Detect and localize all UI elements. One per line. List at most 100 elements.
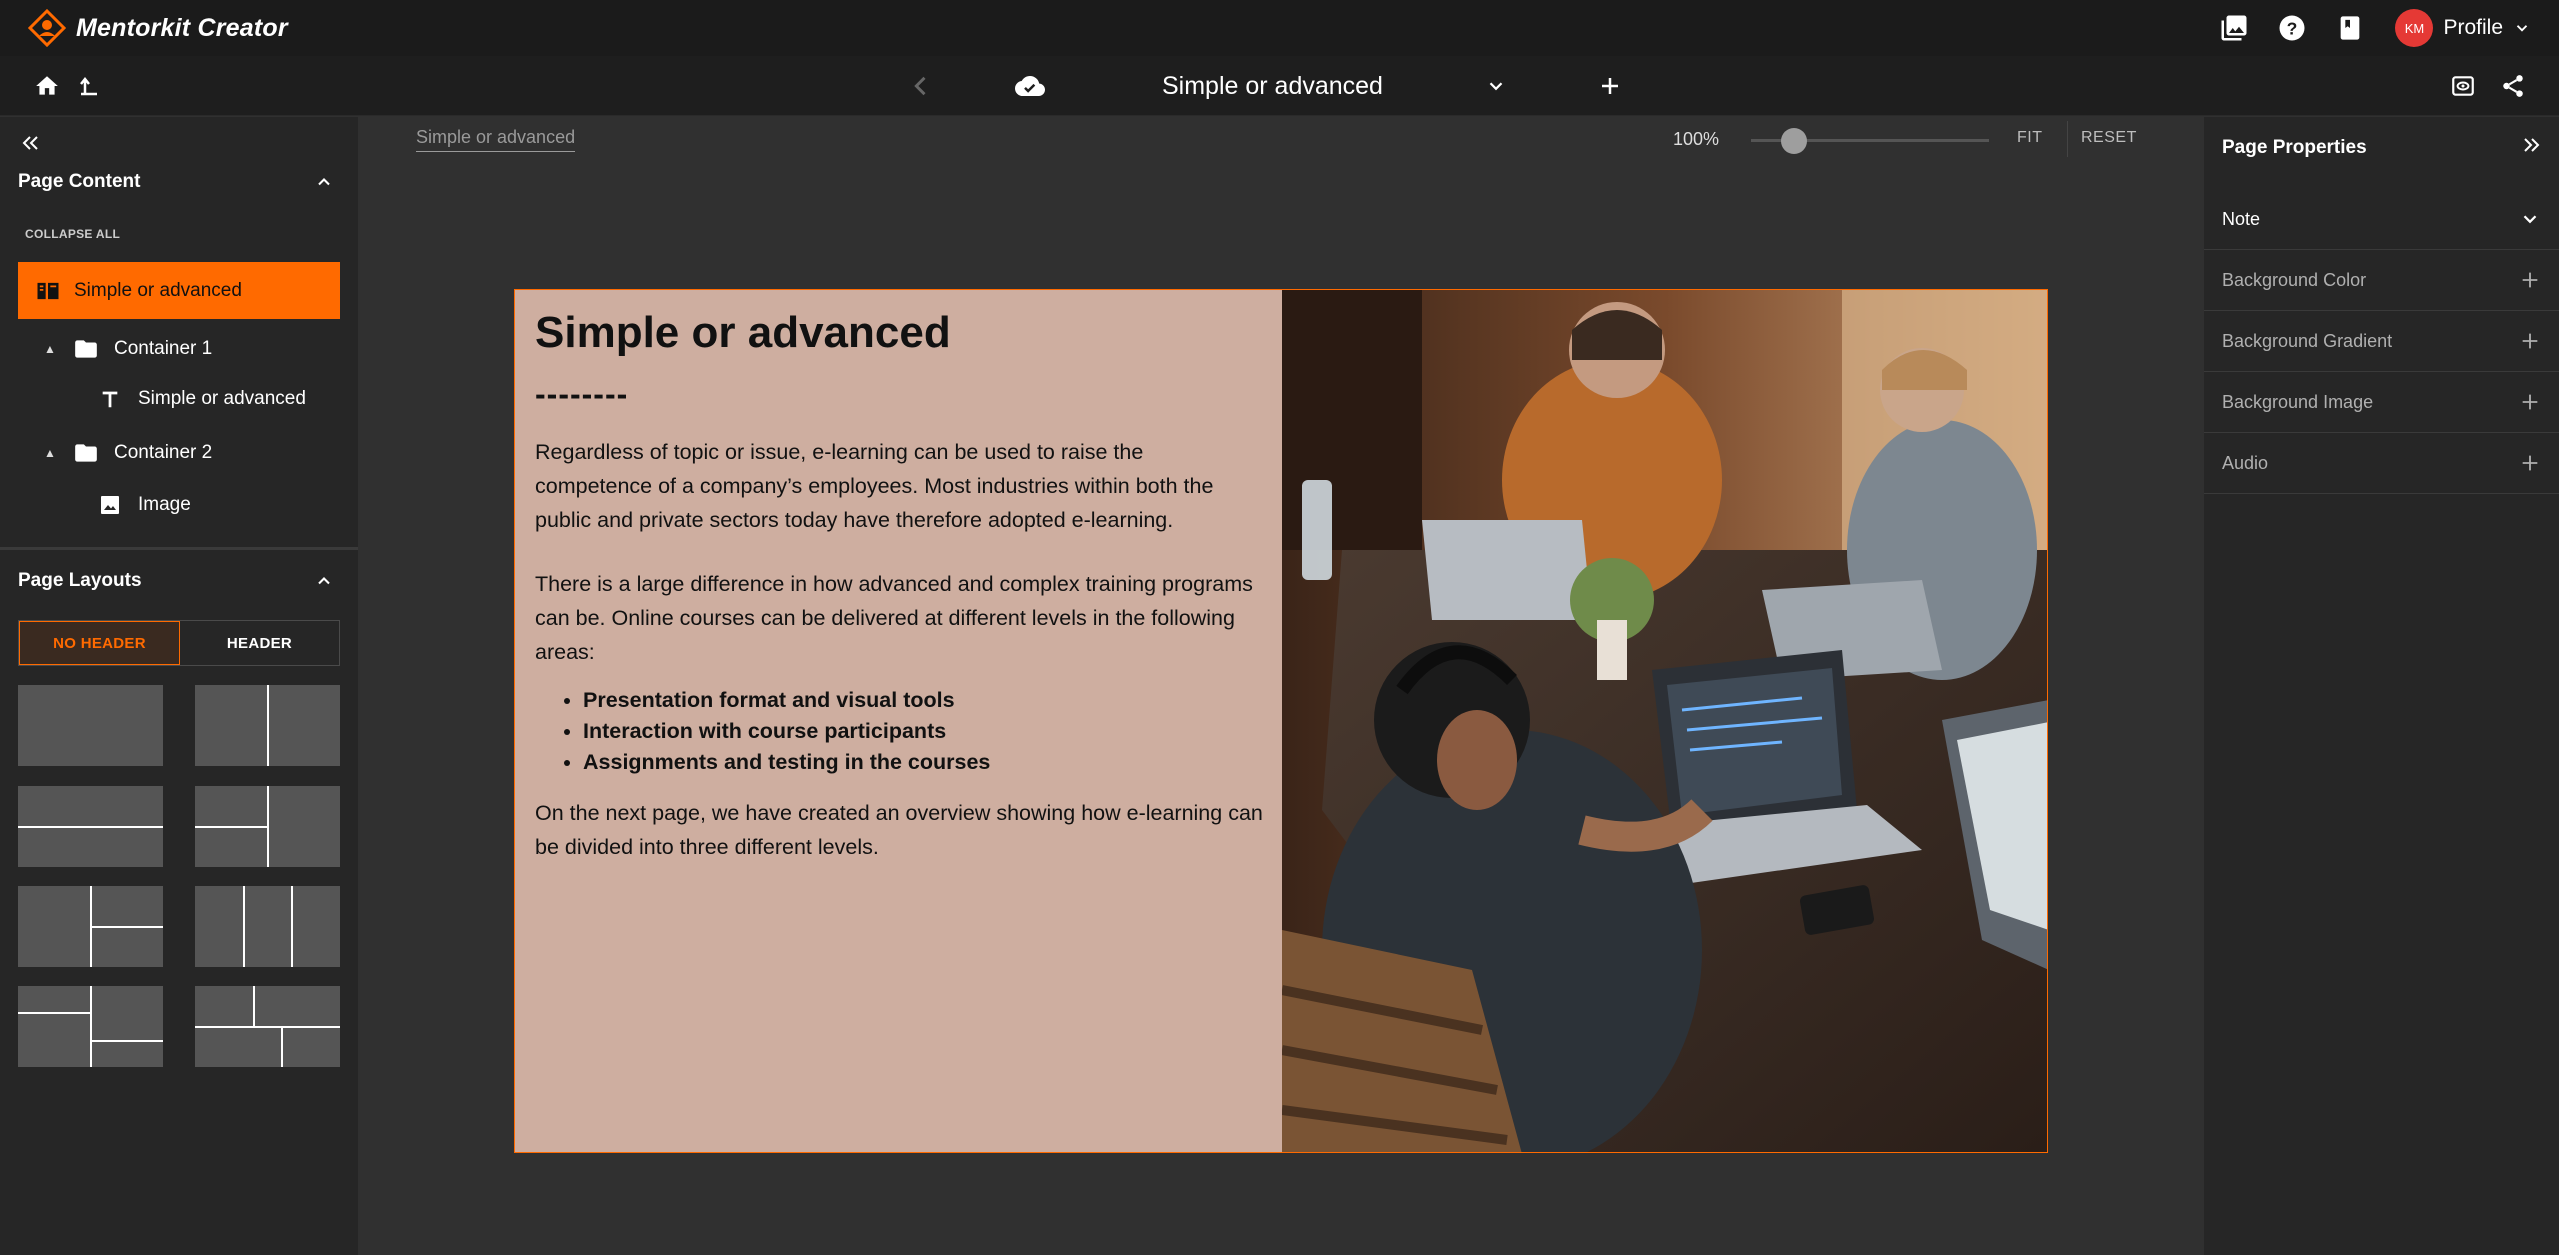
divider bbox=[0, 547, 358, 550]
page-content-header[interactable]: Page Content bbox=[0, 162, 358, 202]
text-container[interactable]: Simple or advanced -------- Regardless o… bbox=[535, 308, 1265, 864]
chevron-up-icon bbox=[318, 178, 330, 186]
tree-item-label: Image bbox=[138, 494, 191, 515]
plus-icon[interactable] bbox=[2519, 330, 2541, 352]
properties-panel: Page Properties Note Background Color Ba… bbox=[2204, 117, 2559, 1255]
tree-item-text[interactable]: Simple or advanced bbox=[96, 382, 306, 416]
layout-option-grid-b[interactable] bbox=[195, 986, 340, 1067]
zoom-slider-handle[interactable] bbox=[1781, 128, 1807, 154]
avatar: KM bbox=[2395, 9, 2434, 47]
paragraph-1: Regardless of topic or issue, e-learning… bbox=[535, 440, 1214, 532]
page-layouts-header[interactable]: Page Layouts bbox=[0, 561, 358, 601]
tree-item-container-2[interactable]: ▲ Container 2 bbox=[44, 436, 212, 470]
background-image-label: Background Image bbox=[2222, 392, 2374, 412]
layout-option-split-left-rows[interactable] bbox=[195, 786, 340, 867]
audio-label: Audio bbox=[2222, 453, 2269, 473]
layout-option-two-columns[interactable] bbox=[195, 685, 340, 766]
tree-item-label: Container 2 bbox=[114, 442, 213, 463]
folder-icon bbox=[72, 335, 100, 363]
tree-item-label: Simple or advanced bbox=[138, 388, 306, 409]
help-icon[interactable]: ? bbox=[2275, 11, 2309, 45]
chevron-down-icon bbox=[2516, 25, 2528, 32]
chevron-down-icon bbox=[1489, 82, 1503, 91]
note-label: Note bbox=[2222, 209, 2261, 229]
tab-header[interactable]: HEADER bbox=[180, 621, 339, 665]
zoom-value: 100% bbox=[1673, 129, 1720, 149]
plus-icon[interactable] bbox=[2519, 452, 2541, 474]
list-item: Assignments and testing in the courses bbox=[583, 747, 1265, 778]
office-photo-image[interactable] bbox=[1282, 290, 2048, 1153]
plus-icon bbox=[1602, 78, 1618, 94]
bullet-list: Presentation format and visual tools Int… bbox=[535, 685, 1265, 778]
page-content-title: Page Content bbox=[18, 171, 141, 192]
book-icon[interactable] bbox=[2333, 11, 2367, 45]
tree-item-container-1[interactable]: ▲ Container 1 bbox=[44, 332, 212, 366]
share-icon[interactable] bbox=[2497, 70, 2529, 102]
caret-up-icon[interactable]: ▲ bbox=[44, 342, 62, 356]
tree-item-label: Simple or advanced bbox=[74, 279, 242, 301]
background-color-row[interactable]: Background Color bbox=[2204, 251, 2559, 311]
tab-no-header[interactable]: NO HEADER bbox=[19, 621, 180, 665]
profile-label: Profile bbox=[2443, 16, 2503, 39]
cloud-saved-icon bbox=[1013, 69, 1047, 103]
left-sidebar: Page Content COLLAPSE ALL Simple or adva… bbox=[0, 117, 358, 1255]
chevron-down-icon bbox=[2523, 215, 2537, 224]
layout-option-single[interactable] bbox=[18, 685, 163, 766]
layout-option-two-rows[interactable] bbox=[18, 786, 163, 867]
profile-menu[interactable]: KM Profile bbox=[2395, 9, 2531, 47]
list-item: Interaction with course participants bbox=[583, 716, 1265, 747]
collapse-all-button[interactable]: COLLAPSE ALL bbox=[25, 227, 120, 241]
collapse-sidebar-icon[interactable] bbox=[18, 131, 42, 155]
layout-tabs: NO HEADER HEADER bbox=[18, 620, 340, 666]
heading-divider: -------- bbox=[535, 376, 629, 412]
preview-icon[interactable] bbox=[2447, 70, 2479, 102]
mentorkit-logo-icon bbox=[28, 9, 66, 47]
layout-option-split-right-rows[interactable] bbox=[18, 886, 163, 967]
media-library-icon[interactable] bbox=[2217, 11, 2251, 45]
previous-page-button[interactable] bbox=[904, 69, 938, 103]
properties-title: Page Properties bbox=[2222, 137, 2367, 158]
page-selector-dropdown[interactable] bbox=[1479, 69, 1513, 103]
breadcrumb[interactable]: Simple or advanced bbox=[416, 127, 576, 152]
top-bar: Mentorkit Creator ? KM Profile bbox=[0, 0, 2559, 56]
layout-option-grid-a[interactable] bbox=[18, 986, 163, 1067]
tree-item-page[interactable]: Simple or advanced bbox=[18, 262, 340, 319]
page-heading: Simple or advanced bbox=[535, 308, 951, 357]
page-icon bbox=[37, 282, 59, 299]
tree-item-label: Container 1 bbox=[114, 338, 213, 359]
paragraph-2: There is a large difference in how advan… bbox=[535, 572, 1253, 664]
app-name: Mentorkit Creator bbox=[76, 13, 288, 42]
folder-icon bbox=[72, 439, 100, 467]
chevron-left-icon bbox=[914, 76, 926, 96]
layout-option-three-columns[interactable] bbox=[195, 886, 340, 967]
up-level-icon[interactable] bbox=[74, 71, 104, 101]
background-image-row[interactable]: Background Image bbox=[2204, 373, 2559, 433]
list-item: Presentation format and visual tools bbox=[583, 685, 1265, 716]
audio-row[interactable]: Audio bbox=[2204, 434, 2559, 494]
tree-item-image[interactable]: Image bbox=[96, 488, 191, 522]
background-gradient-row[interactable]: Background Gradient bbox=[2204, 312, 2559, 372]
svg-text:?: ? bbox=[2287, 18, 2298, 38]
page-selector[interactable]: Simple or advanced bbox=[1162, 56, 1383, 116]
text-icon bbox=[96, 385, 124, 413]
fit-button[interactable]: FIT bbox=[2017, 129, 2043, 147]
page-preview[interactable]: Simple or advanced -------- Regardless o… bbox=[514, 289, 2048, 1153]
plus-icon[interactable] bbox=[2519, 269, 2541, 291]
brand[interactable]: Mentorkit Creator bbox=[28, 9, 288, 47]
caret-up-icon[interactable]: ▲ bbox=[44, 446, 62, 460]
image-icon bbox=[96, 491, 124, 519]
page-selector-label: Simple or advanced bbox=[1162, 71, 1383, 100]
divider bbox=[2067, 121, 2068, 157]
chevron-up-icon bbox=[318, 577, 330, 585]
background-color-label: Background Color bbox=[2222, 270, 2367, 290]
reset-button[interactable]: RESET bbox=[2081, 129, 2137, 147]
paragraph-3: On the next page, we have created an ove… bbox=[535, 801, 1263, 859]
page-toolbar: Simple or advanced bbox=[0, 56, 2559, 116]
page-layouts-title: Page Layouts bbox=[18, 570, 142, 591]
editor-canvas: Simple or advanced 100% FIT RESET Simple… bbox=[359, 117, 2203, 1255]
home-icon[interactable] bbox=[32, 71, 62, 101]
collapse-panel-icon[interactable] bbox=[2519, 133, 2543, 157]
plus-icon[interactable] bbox=[2519, 391, 2541, 413]
note-section[interactable]: Note bbox=[2204, 190, 2559, 250]
add-page-button[interactable] bbox=[1593, 69, 1627, 103]
